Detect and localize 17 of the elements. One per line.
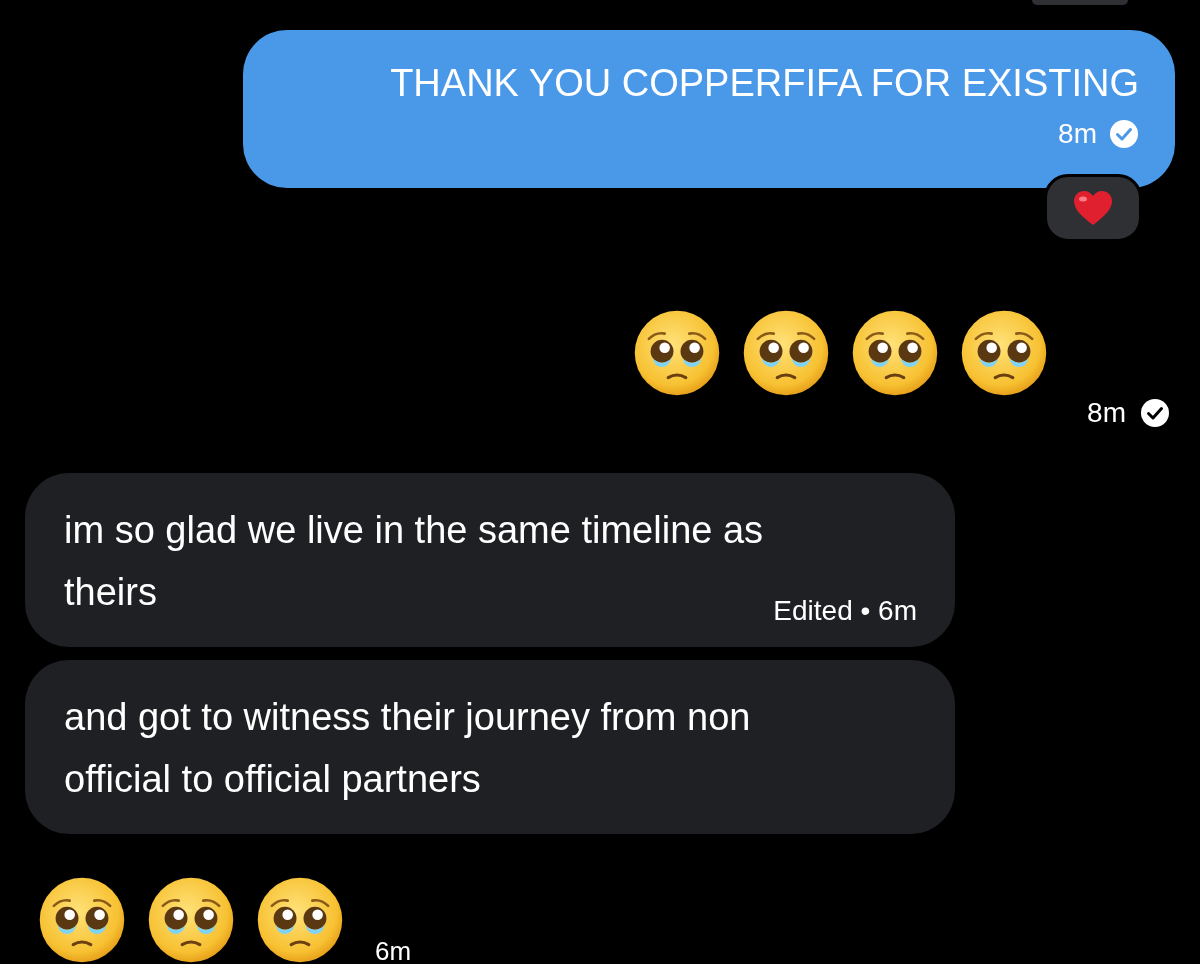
- pleading-emoji-icon: [851, 309, 939, 397]
- message-time: 6m: [375, 938, 412, 964]
- pleading-emoji-icon: [256, 876, 344, 964]
- message-bubble[interactable]: and got to witness their journey from non official to official partners: [25, 660, 955, 834]
- pleading-emoji-icon: [742, 309, 830, 397]
- message-text: THANK YOU COPPERFIFA FOR EXISTING: [390, 61, 1139, 106]
- pleading-emoji-icon: [38, 876, 126, 964]
- message-time: 8m: [1058, 118, 1097, 150]
- message-text: and got to witness their journey from non official to official partners: [64, 695, 752, 802]
- message-time: Edited • 6m: [773, 595, 917, 627]
- reaction-pill[interactable]: [1044, 174, 1142, 242]
- message-text: im so glad we live in the same timeline as theirs: [64, 508, 765, 615]
- message-bubble[interactable]: im so glad we live in the same timeline as theirs Edited • 6m: [25, 473, 955, 647]
- pleading-emoji-icon: [960, 309, 1048, 397]
- pleading-emoji-icon: [633, 309, 721, 397]
- pleading-emoji-icon: [147, 876, 235, 964]
- message-time: 8m: [1087, 397, 1126, 429]
